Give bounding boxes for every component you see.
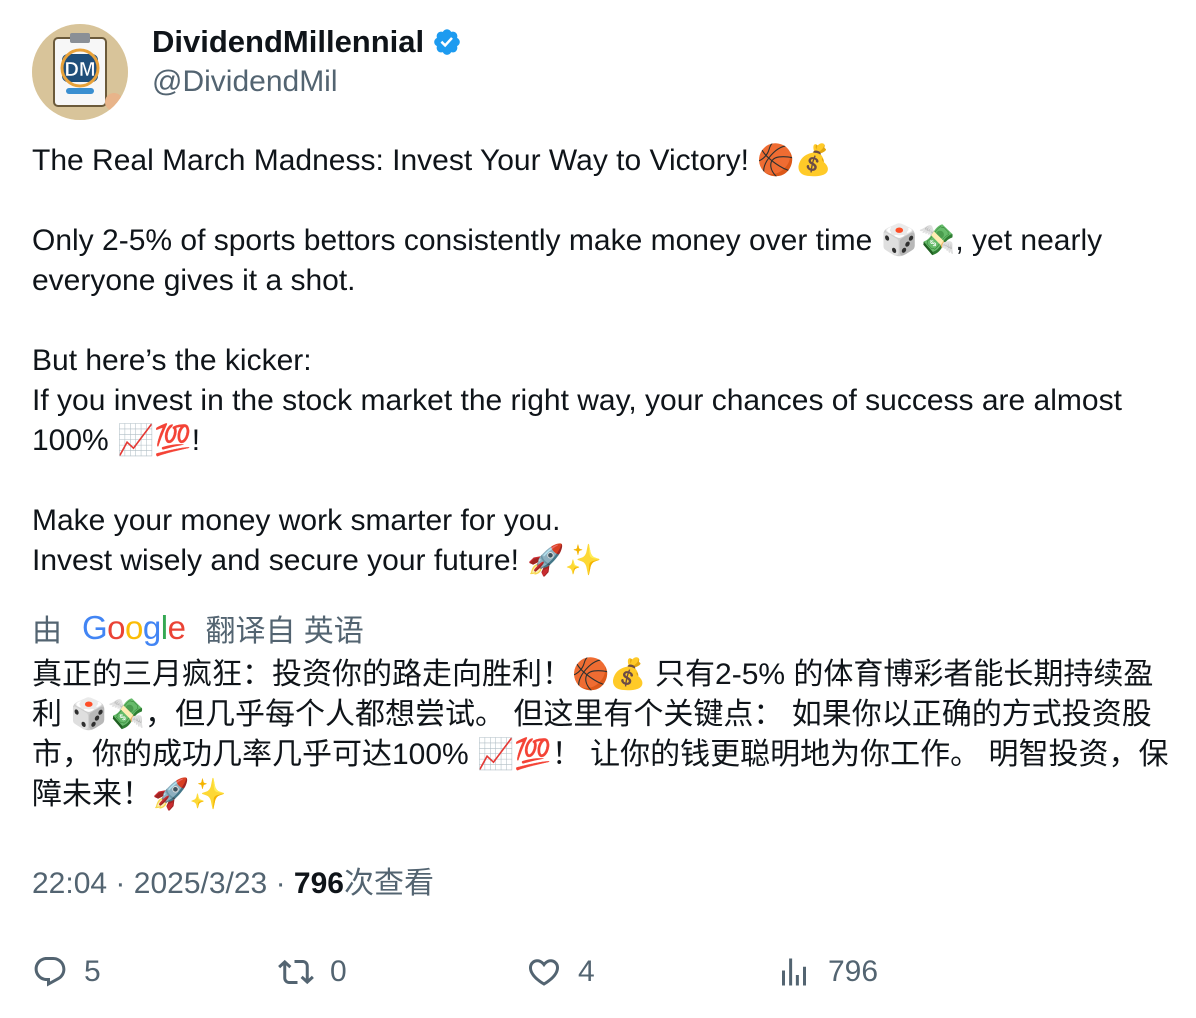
views-count: 796: [293, 867, 344, 900]
retweet-button[interactable]: 0: [278, 950, 347, 994]
views-label: 次查看: [343, 867, 434, 900]
like-button[interactable]: 4: [526, 950, 595, 994]
author-handle[interactable]: @DividendMil: [152, 64, 338, 100]
translation-prefix: 由: [32, 615, 62, 648]
google-letter: o: [125, 609, 143, 646]
translation-suffix: 翻译自 英语: [205, 615, 364, 648]
tweet-text: The Real March Madness: Invest Your Way …: [32, 144, 1122, 577]
google-letter: g: [142, 609, 161, 646]
reply-icon: [34, 957, 66, 987]
avatar-logo-text: DM: [64, 59, 95, 81]
author-display-name[interactable]: DividendMillennial: [152, 24, 462, 60]
meta-separator: ·: [275, 867, 286, 900]
display-name-text[interactable]: DividendMillennial: [152, 24, 424, 60]
retweet-count: 0: [330, 955, 347, 988]
meta-separator: ·: [115, 867, 126, 900]
like-count: 4: [578, 955, 595, 988]
google-letter: l: [160, 609, 168, 646]
heart-icon: [528, 959, 560, 986]
reply-count: 5: [84, 955, 101, 988]
avatar-image: DM: [32, 24, 128, 120]
verified-badge-icon: [434, 29, 460, 55]
views-button[interactable]: 796: [776, 950, 878, 994]
google-letter: o: [107, 609, 126, 646]
translation-attribution: 由 Google 翻译自 英语: [32, 607, 364, 649]
google-logo[interactable]: Google: [82, 609, 186, 647]
google-letter: G: [82, 609, 108, 646]
retweet-icon: [278, 959, 314, 985]
translated-text: 真正的三月疯狂：投资你的路走向胜利！🏀💰 只有2-5% 的体育博彩者能长期持续盈…: [32, 658, 1169, 811]
views-action-count: 796: [828, 955, 879, 988]
avatar[interactable]: DM: [32, 24, 128, 120]
tweet-time[interactable]: 22:04: [32, 867, 107, 900]
reply-button[interactable]: 5: [32, 950, 101, 994]
analytics-icon: [782, 958, 806, 986]
google-letter: e: [167, 609, 186, 646]
tweet-meta: 22:04 · 2025/3/23 · 796次查看: [32, 864, 434, 904]
tweet-date[interactable]: 2025/3/23: [134, 867, 267, 900]
